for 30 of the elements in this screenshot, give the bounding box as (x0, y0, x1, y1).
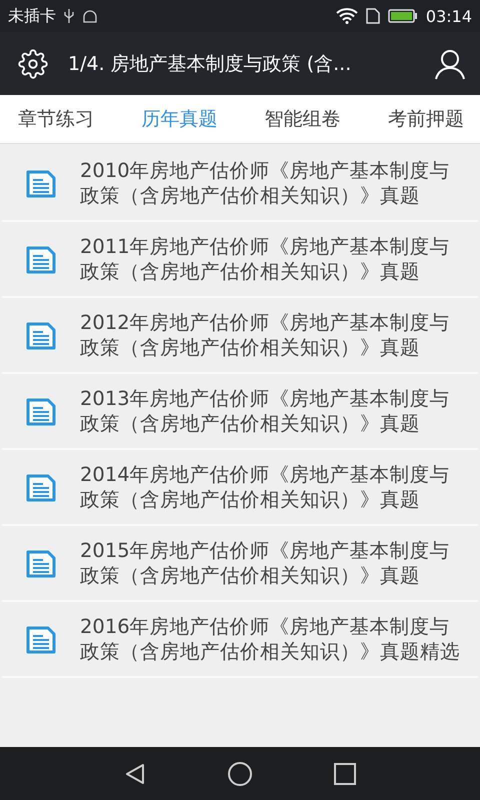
back-icon[interactable] (123, 762, 147, 786)
android-icon (82, 9, 98, 23)
document-icon (26, 322, 56, 350)
exam-title[interactable]: 2015年房地产估价师《房地产基本制度与政策（含房地产估价相关知识）》真题 (80, 538, 464, 588)
recent-apps-icon[interactable] (333, 762, 357, 786)
document-icon (26, 246, 56, 274)
document-icon (26, 474, 56, 502)
page-title: 1/4. 房地产基本制度与政策 (含... (68, 52, 352, 76)
exam-title[interactable]: 2014年房地产估价师《房地产基本制度与政策（含房地产估价相关知识）》真题 (80, 462, 464, 512)
usb-icon (64, 8, 74, 24)
settings-icon[interactable] (18, 48, 48, 78)
home-icon[interactable] (227, 760, 253, 786)
battery-icon (388, 9, 418, 23)
document-icon (26, 550, 56, 578)
exam-title[interactable]: 2013年房地产估价师《房地产基本制度与政策（含房地产估价相关知识）》真题 (80, 386, 464, 436)
sim-icon (366, 8, 380, 24)
wifi-icon (336, 8, 358, 24)
tab[interactable]: 考前押题 (388, 100, 464, 138)
clock-text: 03:14 (426, 6, 472, 26)
document-icon (26, 170, 56, 198)
document-icon (26, 398, 56, 426)
user-icon[interactable] (434, 48, 466, 80)
exam-title[interactable]: 2010年房地产估价师《房地产基本制度与政策（含房地产估价相关知识）》真题 (80, 158, 464, 208)
exam-title[interactable]: 2011年房地产估价师《房地产基本制度与政策（含房地产估价相关知识）》真题 (80, 234, 464, 284)
tab[interactable]: 智能组卷 (264, 100, 341, 138)
exam-title[interactable]: 2016年房地产估价师《房地产基本制度与政策（含房地产估价相关知识）》真题精选 (80, 614, 464, 664)
document-icon (26, 626, 56, 654)
exam-title[interactable]: 2012年房地产估价师《房地产基本制度与政策（含房地产估价相关知识）》真题 (80, 310, 464, 360)
carrier-text: 未插卡 (8, 6, 56, 26)
tab[interactable]: 章节练习 (18, 100, 94, 138)
